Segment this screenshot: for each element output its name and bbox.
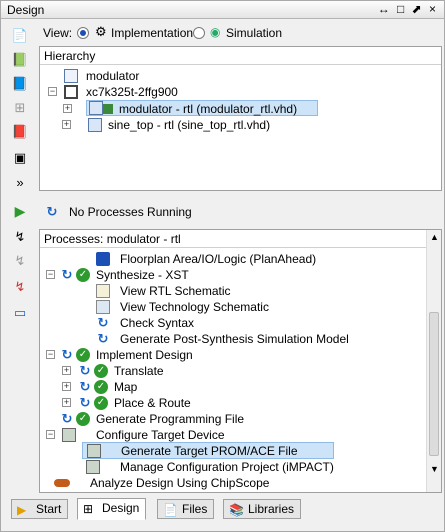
window-title: Design — [7, 3, 45, 17]
simulation-label[interactable]: Simulation — [226, 26, 282, 40]
remove-source-icon[interactable]: 📕 — [11, 123, 29, 141]
refresh-icon: ↻ — [61, 347, 73, 362]
tree-row-modulator-rtl[interactable]: + modulator - rtl (modulator_rtl.vhd) — [63, 100, 318, 116]
project-icon — [64, 69, 78, 83]
add-source-icon[interactable]: 📗 — [11, 51, 29, 69]
hierarchy-icon[interactable]: ⊞ — [11, 99, 29, 117]
processes-header: Processes: modulator - rtl — [40, 230, 441, 248]
hierarchy-panel: Hierarchy modulator − xc7k325t-2ffg900 +… — [39, 46, 442, 191]
expand-icon[interactable]: + — [63, 104, 72, 113]
refresh-icon: ↻ — [79, 395, 91, 410]
process-toolbar: ▶ ↯ ↯ ↯ ▭ — [1, 198, 39, 328]
check-icon: ✓ — [94, 380, 108, 394]
simulation-icon: ◉ — [210, 25, 221, 39]
check-icon: ✓ — [94, 364, 108, 378]
implementation-label[interactable]: Implementation — [111, 26, 193, 40]
files-icon: 📄 — [163, 503, 178, 517]
vhdl-module-icon — [89, 101, 103, 115]
impact-icon — [86, 460, 100, 474]
simulation-radio[interactable] — [193, 27, 205, 39]
tab-start[interactable]: ▶ Start — [11, 499, 69, 519]
tab-libraries[interactable]: 📚 Libraries — [223, 499, 302, 519]
design-icon: ⊞ — [83, 502, 94, 516]
tab-design[interactable]: ⊞ Design — [77, 498, 147, 520]
scroll-down-icon[interactable]: ▼ — [430, 464, 439, 474]
properties-icon[interactable]: ▭ — [11, 304, 29, 322]
view-label: View: — [43, 26, 73, 40]
schematic-icon — [96, 284, 110, 298]
refresh-icon: ↻ — [79, 379, 91, 394]
refresh-icon: ↻ — [79, 363, 91, 378]
collapse-icon[interactable]: − — [46, 430, 55, 439]
refresh-icon: ↻ — [61, 411, 73, 426]
implementation-icon: ⚙ — [95, 24, 107, 39]
collapse-icon[interactable]: − — [48, 87, 57, 96]
rerun-all-icon[interactable]: ↯ — [11, 252, 29, 270]
title-bar: Design ↔ □ ⬈ × — [1, 1, 444, 19]
implementation-radio[interactable] — [77, 27, 89, 39]
design-window: Design ↔ □ ⬈ × 📄 📗 📘 ⊞ 📕 ▣ » View: ⚙ Imp… — [0, 0, 445, 532]
expand-icon[interactable]: + — [62, 382, 71, 391]
new-source-icon[interactable]: 📄 — [11, 27, 29, 45]
process-generate-prom-file[interactable]: Generate Target PROM/ACE File — [82, 442, 334, 459]
processes-panel: Processes: modulator - rtl Floorplan Are… — [39, 229, 442, 493]
tab-files[interactable]: 📄 Files — [157, 499, 215, 519]
run-icon[interactable]: ▶ — [11, 202, 29, 220]
collapse-icon[interactable]: − — [46, 270, 55, 279]
chip-icon[interactable]: ▣ — [11, 149, 29, 167]
chevron-down-icon[interactable]: » — [11, 173, 29, 191]
top-module-icon — [103, 104, 113, 114]
chipscope-icon — [54, 479, 70, 487]
processes-vertical-scrollbar[interactable]: ▲ ▼ — [426, 230, 441, 492]
check-icon: ✓ — [76, 348, 90, 362]
window-controls[interactable]: ↔ □ ⬈ × — [378, 2, 438, 16]
expand-icon[interactable]: + — [62, 398, 71, 407]
start-icon: ▶ — [17, 503, 27, 517]
hierarchy-header: Hierarchy — [40, 47, 441, 65]
planahead-icon — [96, 252, 110, 266]
prom-file-icon — [87, 444, 101, 458]
libraries-icon: 📚 — [229, 503, 244, 517]
vhdl-module-icon — [88, 118, 102, 132]
rerun-icon[interactable]: ↯ — [11, 228, 29, 246]
check-icon: ✓ — [76, 412, 90, 426]
scroll-up-icon[interactable]: ▲ — [430, 232, 439, 242]
refresh-icon: ↻ — [97, 331, 109, 346]
bottom-tab-bar: ▶ Start ⊞ Design 📄 Files 📚 Libraries — [1, 497, 444, 521]
stop-icon[interactable]: ↯ — [11, 278, 29, 296]
view-bar: View: ⚙ Implementation ◉ Simulation — [39, 21, 443, 45]
refresh-icon: ↻ — [61, 267, 73, 282]
check-icon: ✓ — [76, 268, 90, 282]
collapse-icon[interactable]: − — [46, 350, 55, 359]
refresh-icon: ↻ — [97, 315, 109, 330]
hierarchy-toolbar: 📄 📗 📘 ⊞ 📕 ▣ » — [1, 21, 39, 191]
refresh-icon: ↻ — [46, 204, 58, 219]
add-copy-source-icon[interactable]: 📘 — [11, 75, 29, 93]
check-icon: ✓ — [94, 396, 108, 410]
scroll-thumb[interactable] — [429, 312, 439, 456]
schematic-icon — [96, 300, 110, 314]
configure-device-icon — [62, 428, 76, 442]
device-chip-icon — [64, 85, 78, 99]
expand-icon[interactable]: + — [62, 366, 71, 375]
expand-icon[interactable]: + — [62, 120, 71, 129]
